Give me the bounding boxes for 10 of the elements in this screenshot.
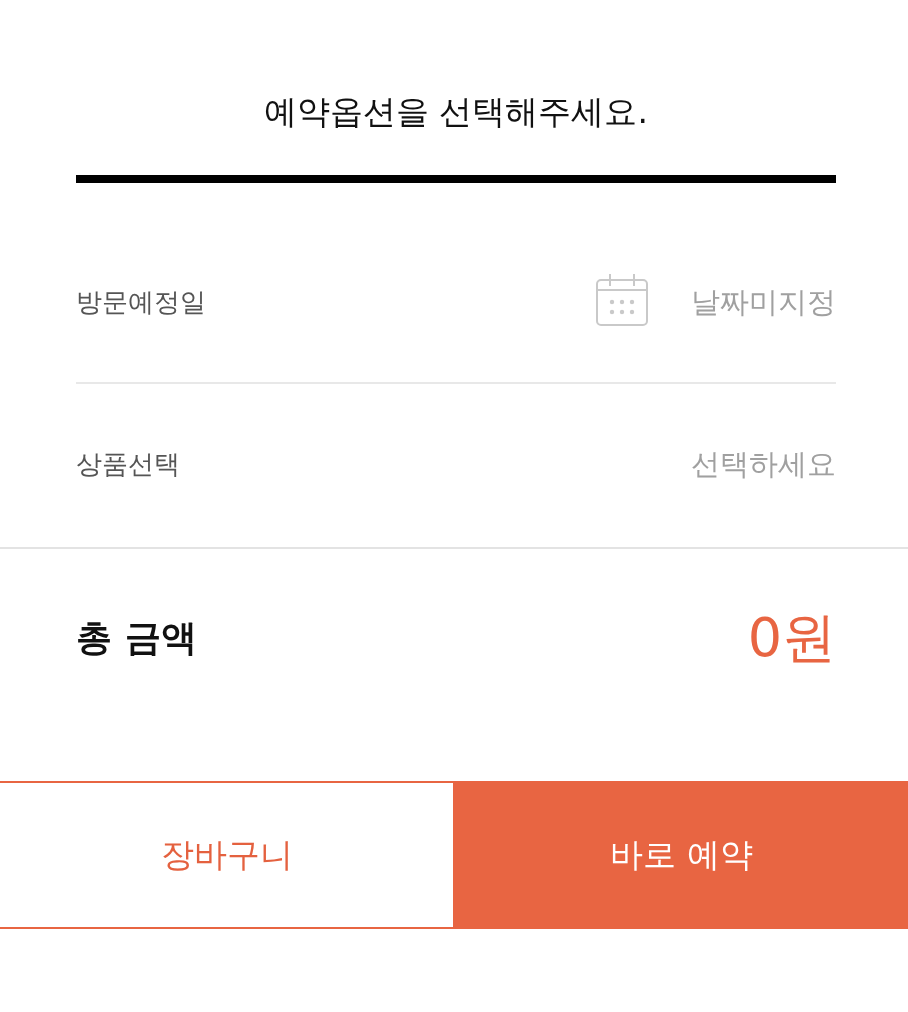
page-title: 예약옵션을 선택해주세요. [264, 91, 648, 133]
visit-date-label: 방문예정일 [76, 285, 206, 319]
date-field[interactable]: 날짜미지정 [676, 281, 836, 323]
product-label: 상품선택 [76, 447, 180, 481]
cart-button[interactable]: 장바구니 [0, 781, 455, 929]
total-amount: 0원 [747, 604, 836, 671]
product-select[interactable]: 선택하세요 [676, 443, 836, 485]
book-now-button[interactable]: 바로 예약 [455, 781, 908, 929]
total-label: 총 금액 [76, 615, 197, 660]
calendar-icon[interactable] [596, 274, 648, 326]
